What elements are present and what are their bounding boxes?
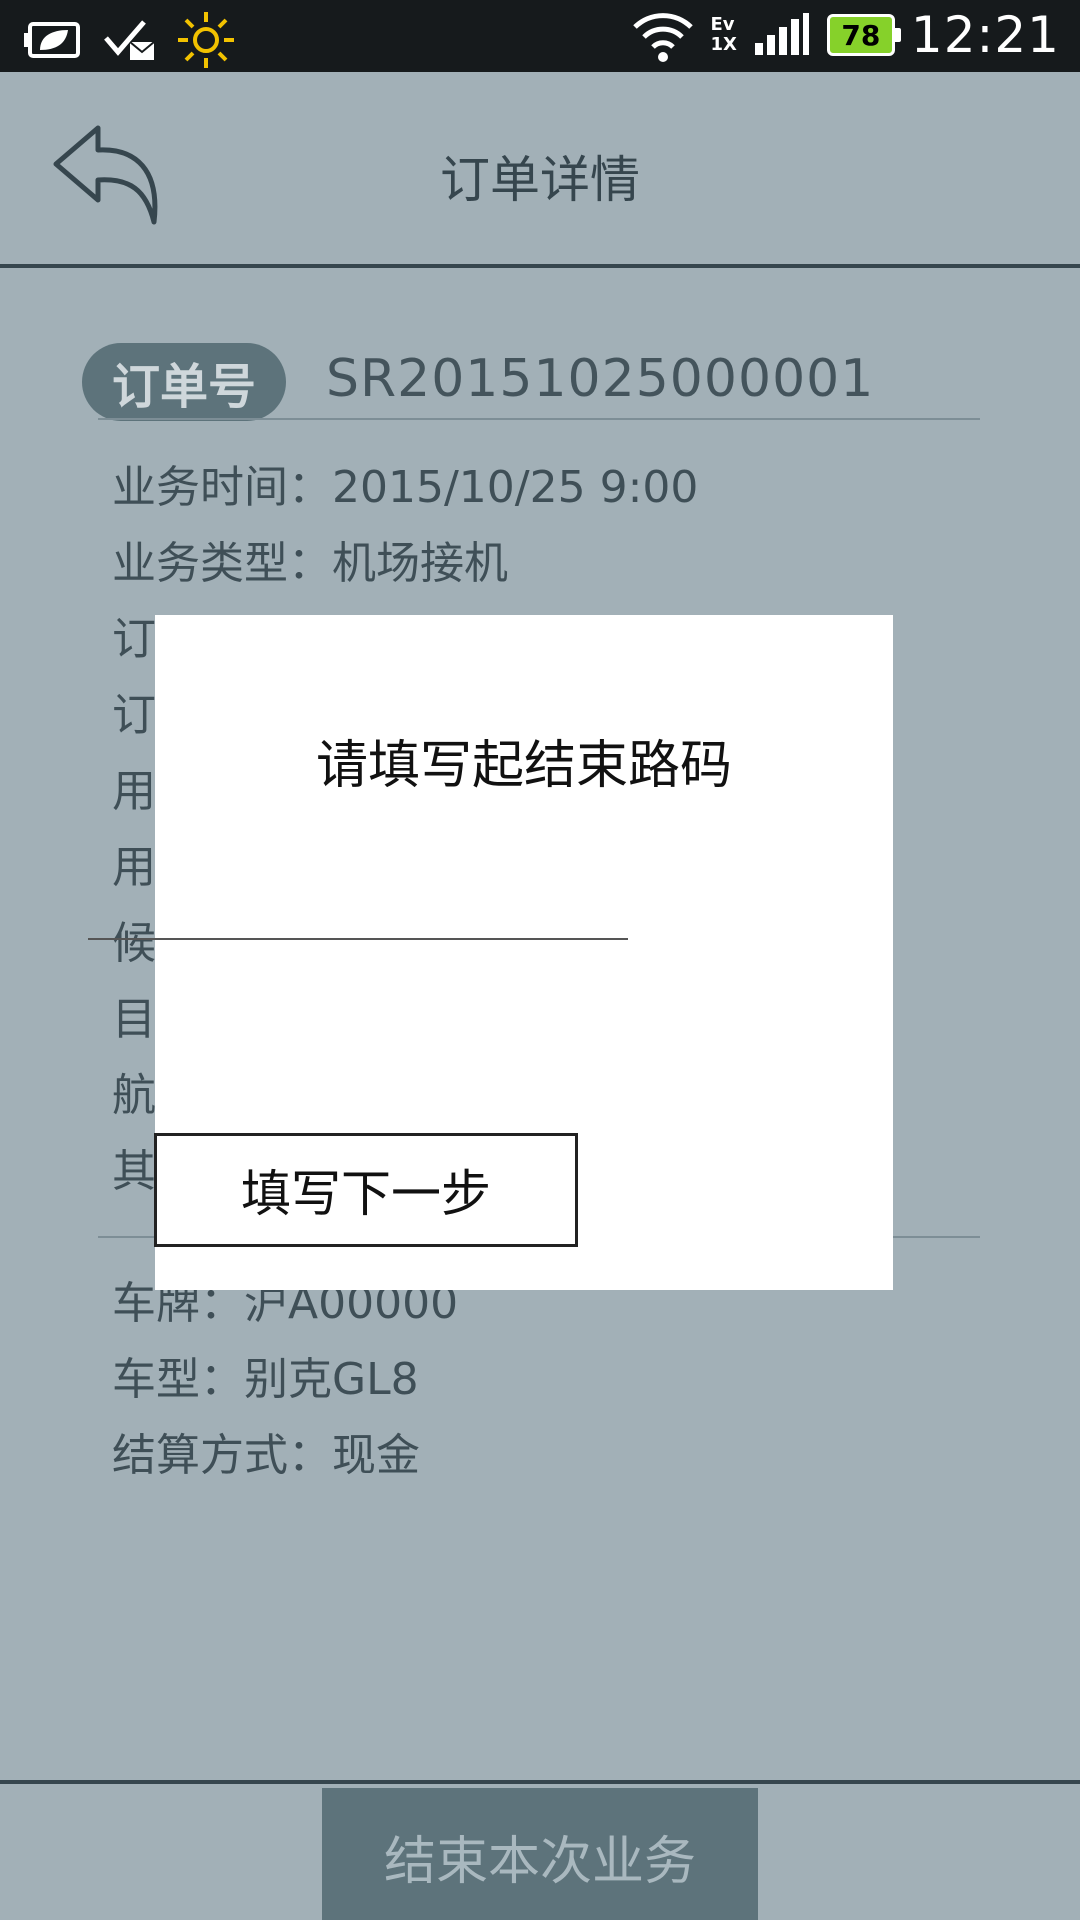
order-number-row: 订单号 SR20151025000001 [82,343,982,423]
order-number-badge: 订单号 [82,343,286,421]
network-type-bottom: 1X [710,34,737,55]
order-number-value: SR20151025000001 [326,349,875,409]
next-step-button[interactable]: 填写下一步 [154,1133,578,1247]
mileage-input[interactable] [88,880,628,940]
header: 订单详情 [0,72,1080,268]
info-business-type: 业务类型：机场接机 [112,538,508,589]
car-info-list: 车牌：沪A00000 车型：别克GL8 结算方式：现金 [112,1278,992,1506]
signal-strength-icon [754,13,809,55]
brightness-sun-icon [178,12,234,68]
clock: 12:21 [910,6,1060,64]
info-payment-method: 结算方式：现金 [112,1430,420,1481]
mail-notification-icon [104,20,155,60]
dialog-title: 请填写起结束路码 [315,736,732,796]
network-type-indicator: Ev 1X [711,15,737,55]
wifi-icon [632,13,693,62]
finish-business-button[interactable]: 结束本次业务 [322,1788,758,1920]
status-bar-left-icons [22,10,236,70]
battery-saver-icon [24,22,80,58]
page-title: 订单详情 [440,151,640,209]
network-type-top: Ev [710,14,735,35]
divider [98,418,980,420]
info-car-model: 车型：别克GL8 [112,1354,419,1405]
battery-level: 78 [841,18,881,52]
status-bar: Ev 1X 78 12:21 [0,0,1080,72]
bottom-bar: 结束本次业务 [0,1780,1080,1920]
battery-icon: 78 [826,14,901,56]
status-bar-right-icons: Ev 1X 78 12:21 [631,6,1061,64]
info-business-time: 业务时间：2015/10/25 9:00 [112,462,699,513]
